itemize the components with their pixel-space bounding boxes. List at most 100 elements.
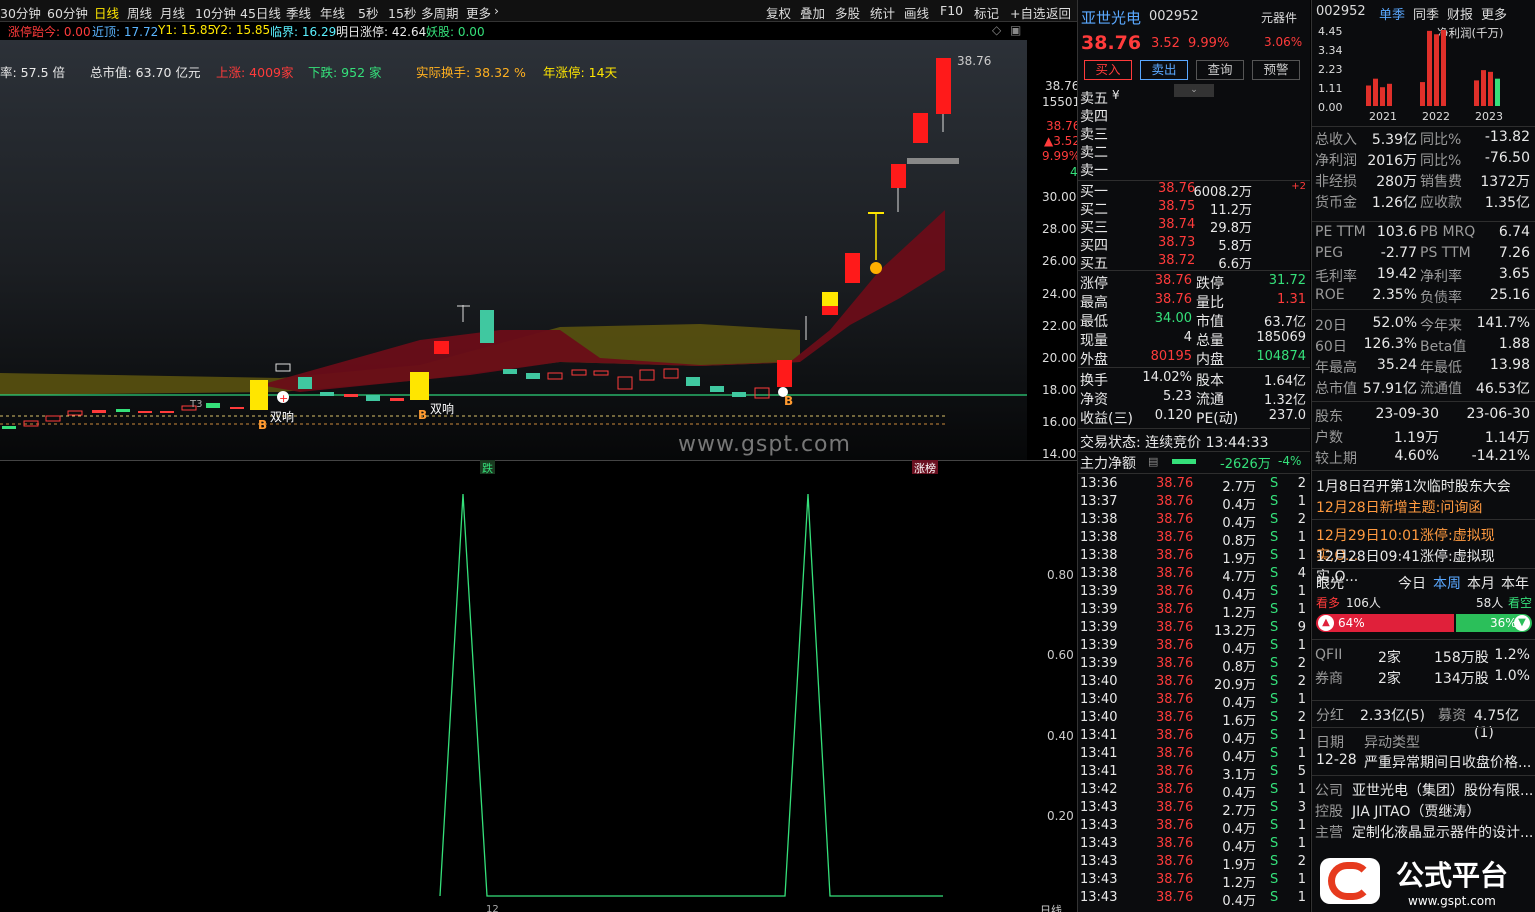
period-tab[interactable]: 10分钟: [195, 3, 236, 22]
fund-row: 60日 126.3% Beta值 1.88: [1315, 336, 1530, 355]
bid-price: 38.72: [1158, 253, 1196, 268]
ask-row[interactable]: 卖一: [1078, 160, 1310, 179]
main-net-value: -2626万: [1220, 457, 1271, 472]
down-count: 下跌: 952 家: [308, 65, 382, 80]
buy-button[interactable]: 买入: [1084, 60, 1132, 80]
vision-tab-week[interactable]: 本周: [1433, 573, 1461, 593]
bid-volume: 5.8万: [1218, 239, 1252, 254]
tick-row: 13:43 38.76 0.4万 S 1: [1080, 890, 1306, 909]
sector-tag[interactable]: 元器件: [1261, 9, 1297, 26]
tool-button[interactable]: 标记: [974, 3, 999, 22]
tick-row: 13:39 38.76 0.4万 S 1: [1080, 638, 1306, 657]
tick-row: 13:43 38.76 0.4万 S 1: [1080, 818, 1306, 837]
bid-row[interactable]: 买二 38.75 11.2万: [1078, 199, 1310, 218]
bid-row[interactable]: 买五 38.72 6.6万: [1078, 253, 1310, 272]
period-tab[interactable]: 年线: [320, 3, 345, 22]
bid-price: 38.76: [1158, 181, 1196, 196]
tick-row: 13:43 38.76 1.2万 S 1: [1080, 872, 1306, 891]
layout-icon[interactable]: ▣: [1010, 23, 1021, 37]
bid-row[interactable]: 买四 38.73 5.8万: [1078, 235, 1310, 254]
candle-yellow: [410, 372, 429, 400]
bid-price: 38.73: [1158, 235, 1196, 250]
more-chevron-icon[interactable]: ›: [494, 3, 499, 18]
svg-text:+: +: [279, 392, 288, 405]
tool-button[interactable]: 复权: [766, 3, 791, 22]
main-net-icon[interactable]: ▤: [1148, 455, 1158, 468]
quote-row: 最高 38.76 量比 1.31: [1080, 292, 1306, 311]
tool-button[interactable]: 多股: [835, 3, 860, 22]
candlestick-chart[interactable]: + 38.76 双响 双响 B B B T3 www.gspt.com: [0, 40, 1027, 460]
period-tab[interactable]: 周线: [127, 3, 152, 22]
bull-bar[interactable]: [1316, 614, 1454, 632]
buy-marker-2: B: [418, 408, 428, 422]
tab-report[interactable]: 财报: [1447, 4, 1473, 23]
tick-row: 13:38 38.76 4.7万 S 4: [1080, 566, 1306, 585]
ask-label: 卖五: [1080, 91, 1108, 107]
next-limit-value: 明日涨停: 42.64: [336, 25, 427, 39]
candle: [366, 395, 380, 401]
alert-button[interactable]: 预警: [1252, 60, 1300, 80]
tab-more[interactable]: 更多: [1481, 4, 1507, 23]
indicator-line: [439, 493, 943, 897]
fund-row: 总收入 5.39亿 同比% -13.82: [1315, 129, 1530, 148]
period-tab[interactable]: 45日线: [240, 3, 281, 22]
tool-button[interactable]: 叠加: [800, 3, 825, 22]
tool-button[interactable]: 统计: [870, 3, 895, 22]
tick-row: 13:43 38.76 2.7万 S 3: [1080, 800, 1306, 819]
period-tab[interactable]: 60分钟: [47, 3, 88, 22]
profit-bar: [1373, 78, 1378, 106]
tool-button[interactable]: F10: [940, 3, 963, 18]
ask-row[interactable]: 卖三: [1078, 124, 1310, 143]
tick-row: 13:40 38.76 20.9万 S 2: [1080, 674, 1306, 693]
sell-button[interactable]: 卖出: [1140, 60, 1188, 80]
news-1[interactable]: 12月28日新增主题:问询函: [1316, 497, 1482, 517]
fund-row: PEG -2.77 PS TTM 7.26: [1315, 245, 1530, 261]
settings-icon[interactable]: ◇: [992, 23, 1001, 37]
candle: [617, 376, 633, 390]
vision-tab-year[interactable]: 本年: [1501, 573, 1529, 593]
price-pct: 9.99%: [1188, 36, 1230, 51]
tick-row: 13:37 38.76 0.4万 S 1: [1080, 494, 1306, 513]
period-tab[interactable]: 多周期: [421, 3, 459, 22]
tool-button[interactable]: 返回: [1046, 3, 1071, 22]
indicator-subchart[interactable]: 12: [0, 474, 1027, 912]
anomaly-desc: 严重异常期间日收盘价格...: [1364, 755, 1532, 771]
period-tab[interactable]: 季线: [286, 3, 311, 22]
period-tab[interactable]: 更多: [466, 3, 491, 22]
profit-bar: [1474, 80, 1479, 106]
query-button[interactable]: 查询: [1196, 60, 1244, 80]
candle: [593, 370, 609, 376]
trend-band-red: [260, 210, 945, 392]
period-tab[interactable]: 5秒: [358, 3, 378, 22]
bid-row[interactable]: 买三 38.74 29.8万: [1078, 217, 1310, 236]
indicator-info-bar: 涨停跆今: 0.00 近顶: 17.72 Y1: 15.85 Y2: 15.85…: [0, 22, 1077, 40]
bid-row[interactable]: 买一 38.76 6008.2万 +2: [1078, 181, 1310, 200]
sector-pct: 3.06%: [1264, 35, 1303, 49]
tool-button[interactable]: +自选: [1010, 3, 1045, 22]
fund-row: 20日 52.0% 今年来 141.7%: [1315, 315, 1530, 334]
vision-tab-month[interactable]: 本月: [1467, 573, 1495, 593]
double-signal-2: 双响: [430, 402, 455, 416]
news-0[interactable]: 1月8日召开第1次临时股东大会: [1316, 476, 1511, 496]
logo-mark-icon: [1328, 862, 1372, 900]
candle: [230, 407, 244, 409]
ask-row[interactable]: 卖四: [1078, 106, 1310, 125]
period-tab[interactable]: 15秒: [388, 3, 416, 22]
vision-tab-today[interactable]: 今日: [1398, 573, 1426, 593]
candle: [663, 368, 679, 379]
main-net-pct: -4%: [1278, 454, 1302, 468]
period-tab[interactable]: 月线: [160, 3, 185, 22]
tick-row: 13:42 38.76 0.4万 S 1: [1080, 782, 1306, 801]
tab-same-quarter[interactable]: 同季: [1413, 4, 1439, 23]
bid-volume: 11.2万: [1210, 203, 1252, 218]
tab-single-quarter[interactable]: 单季: [1379, 4, 1405, 23]
candle: [686, 377, 700, 386]
ask-row[interactable]: 卖五 ¥: [1078, 88, 1310, 107]
period-tab[interactable]: 30分钟: [0, 3, 41, 22]
ask-extra: ¥: [1112, 88, 1120, 102]
period-tab[interactable]: 日线: [94, 3, 119, 22]
tool-button[interactable]: 画线: [904, 3, 929, 22]
near-top: 近顶: 17.72: [92, 25, 159, 39]
critical-value: 临界: 16.29: [270, 25, 337, 39]
ask-row[interactable]: 卖二: [1078, 142, 1310, 161]
